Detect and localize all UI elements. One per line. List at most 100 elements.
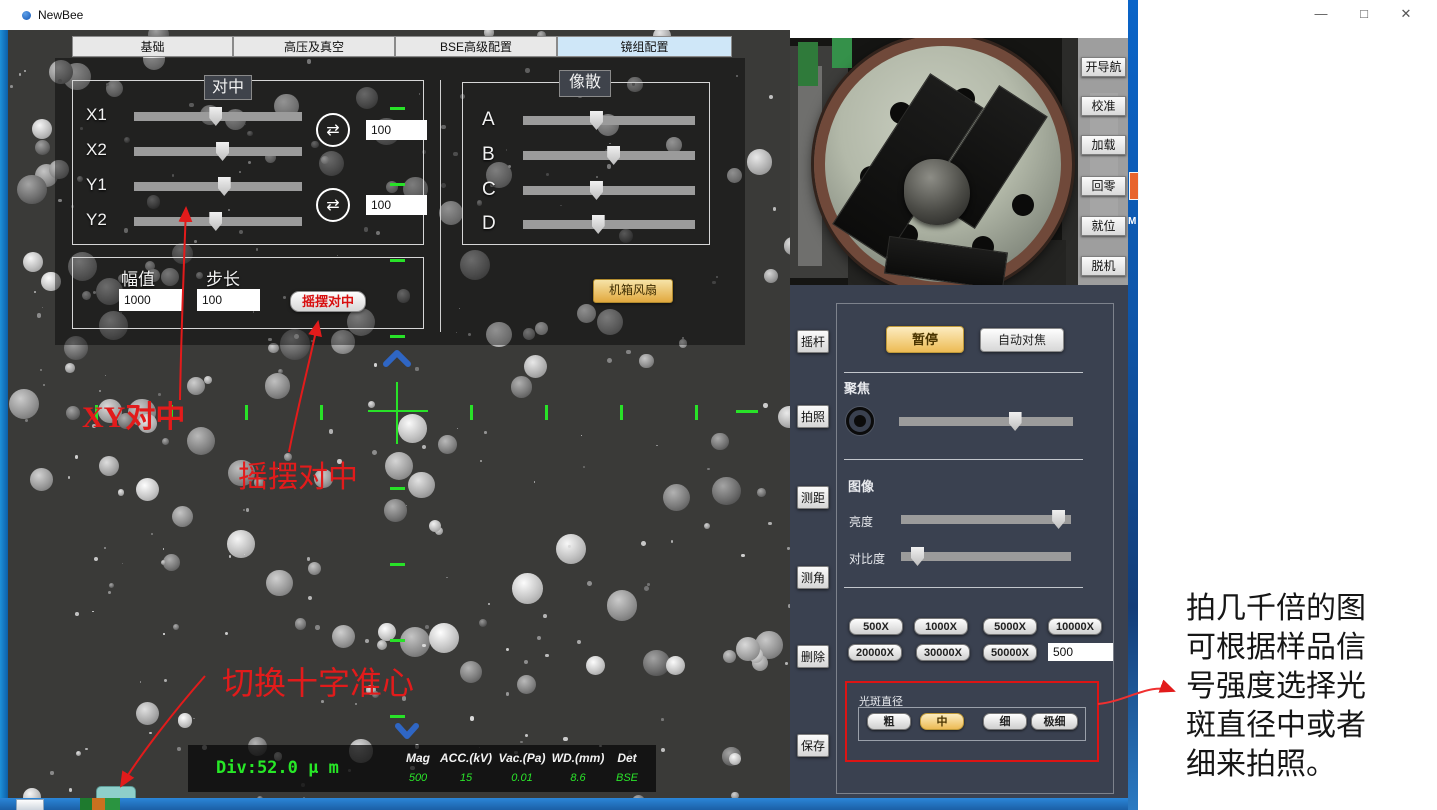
nav-offline-button[interactable]: 脱机 xyxy=(1081,256,1126,276)
slider-thumb[interactable] xyxy=(218,177,231,196)
tool-capture-button[interactable]: 拍照 xyxy=(797,405,829,428)
tab-basic[interactable]: 基础 xyxy=(72,36,233,57)
chevron-up-icon[interactable] xyxy=(383,349,411,368)
status-value-wd: 8.6 xyxy=(570,772,585,784)
autofocus-button[interactable]: 自动对焦 xyxy=(980,328,1064,352)
annotation-note-text: 拍几千倍的图 可根据样品信 号强度选择光 斑直径中或者 细来拍照。 xyxy=(1186,589,1366,784)
slider-label-a: A xyxy=(482,109,495,131)
step-input[interactable] xyxy=(197,289,260,311)
divider xyxy=(844,372,1083,373)
slider-track[interactable] xyxy=(899,417,1073,426)
slider-thumb[interactable] xyxy=(209,107,222,126)
centering-panel: 对中 X1 X2 Y1 Y2 ⇄ ⇄ xyxy=(72,80,424,245)
status-header-det: Det xyxy=(617,751,636,765)
maximize-button[interactable]: □ xyxy=(1353,6,1375,21)
tool-measure-distance-button[interactable]: 测距 xyxy=(797,486,829,509)
taskbar-file-icon[interactable] xyxy=(16,799,44,810)
stage-nav-strip: 开导航 校准 加载 回零 就位 脱机 xyxy=(1078,38,1128,285)
spot-fine-button[interactable]: 细 xyxy=(983,713,1027,730)
close-button[interactable]: ✕ xyxy=(1395,6,1417,22)
panel-divider xyxy=(440,80,441,332)
contrast-slider[interactable] xyxy=(901,552,1071,561)
mag-500x-button[interactable]: 500X xyxy=(849,618,903,635)
slider-label-x2: X2 xyxy=(86,140,107,160)
y-wobble-value-input[interactable] xyxy=(366,195,427,215)
slider-x1[interactable] xyxy=(134,112,302,121)
slider-b[interactable] xyxy=(523,151,695,160)
focus-slider[interactable] xyxy=(899,417,1073,426)
slider-track[interactable] xyxy=(523,116,695,125)
slider-thumb[interactable] xyxy=(590,181,603,200)
slider-d[interactable] xyxy=(523,220,695,229)
swing-centering-button[interactable]: 摇摆对中 xyxy=(290,291,366,312)
slider-thumb[interactable] xyxy=(216,142,229,161)
slider-x2[interactable] xyxy=(134,147,302,156)
chart-bar-green xyxy=(80,798,92,810)
mag-10000x-button[interactable]: 10000X xyxy=(1048,618,1102,635)
tab-hv-vacuum[interactable]: 高压及真空 xyxy=(233,36,395,57)
slider-thumb[interactable] xyxy=(209,212,222,231)
swap-arrows-icon: ⇄ xyxy=(326,122,339,139)
slider-a[interactable] xyxy=(523,116,695,125)
slider-track[interactable] xyxy=(901,552,1071,561)
status-bar: Div:52.0 μ m Mag ACC.(kV) Vac.(Pa) WD.(m… xyxy=(188,745,656,792)
chevron-down-icon[interactable] xyxy=(395,723,419,740)
slider-thumb[interactable] xyxy=(592,215,605,234)
nav-load-button[interactable]: 加载 xyxy=(1081,135,1126,155)
tool-measure-angle-button[interactable]: 测角 xyxy=(797,566,829,589)
taskbar-chart-icon[interactable] xyxy=(80,798,120,810)
annotation-xy-centering: XY对中 xyxy=(82,392,185,436)
focus-section-label: 聚焦 xyxy=(844,378,870,397)
slider-thumb[interactable] xyxy=(1009,412,1022,431)
y-wobble-icon[interactable]: ⇄ xyxy=(316,188,350,222)
brightness-slider[interactable] xyxy=(901,515,1071,524)
mag-30000x-button[interactable]: 30000X xyxy=(916,644,970,661)
slider-label-y2: Y2 xyxy=(86,210,107,230)
tool-delete-button[interactable]: 删除 xyxy=(797,645,829,668)
slider-thumb[interactable] xyxy=(911,547,924,566)
desktop-edge: M xyxy=(1128,0,1138,810)
slider-thumb[interactable] xyxy=(1052,510,1065,529)
spot-medium-button[interactable]: 中 xyxy=(920,713,964,730)
mag-20000x-button[interactable]: 20000X xyxy=(848,644,902,661)
amplitude-input[interactable] xyxy=(119,289,182,311)
camera-green-part xyxy=(798,42,818,86)
tool-joystick-button[interactable]: 摇杆 xyxy=(797,330,829,353)
slider-y1[interactable] xyxy=(134,182,302,191)
mag-value-input[interactable] xyxy=(1048,643,1113,661)
swing-centering-box: 幅值 步长 摇摆对中 xyxy=(72,257,424,329)
screen: NewBee — □ ✕ M 基础 高压及真空 BSE高级配置 xyxy=(0,0,1437,810)
slider-label-x1: X1 xyxy=(86,105,107,125)
spot-coarse-button[interactable]: 粗 xyxy=(867,713,911,730)
focus-target-icon[interactable] xyxy=(846,407,874,435)
nav-open-navigation-button[interactable]: 开导航 xyxy=(1081,57,1126,77)
desktop-icon[interactable] xyxy=(1129,172,1139,200)
slider-thumb[interactable] xyxy=(607,146,620,165)
window-left-edge xyxy=(0,30,8,810)
tab-bse-advanced[interactable]: BSE高级配置 xyxy=(395,36,557,57)
nav-zero-button[interactable]: 回零 xyxy=(1081,176,1126,196)
slider-track[interactable] xyxy=(901,515,1071,524)
slider-thumb[interactable] xyxy=(590,111,603,130)
spot-ultrafine-button[interactable]: 极细 xyxy=(1031,713,1078,730)
x-wobble-value-input[interactable] xyxy=(366,120,427,140)
chassis-fan-button[interactable]: 机箱风扇 xyxy=(593,279,673,303)
slider-c[interactable] xyxy=(523,186,695,195)
nav-in-position-button[interactable]: 就位 xyxy=(1081,216,1126,236)
slider-label-c: C xyxy=(482,179,496,201)
mag-1000x-button[interactable]: 1000X xyxy=(914,618,968,635)
tab-lens-config[interactable]: 镜组配置 xyxy=(557,36,732,57)
minimize-button[interactable]: — xyxy=(1310,6,1332,21)
pause-button[interactable]: 暂停 xyxy=(886,326,964,353)
nav-calibrate-button[interactable]: 校准 xyxy=(1081,96,1126,116)
mag-5000x-button[interactable]: 5000X xyxy=(983,618,1037,635)
slider-track[interactable] xyxy=(523,186,695,195)
status-header-vac: Vac.(Pa) xyxy=(499,751,546,765)
axis-tick xyxy=(320,405,323,420)
slider-y2[interactable] xyxy=(134,217,302,226)
mag-50000x-button[interactable]: 50000X xyxy=(983,644,1037,661)
desktop-icon-label: M xyxy=(1128,216,1138,227)
slider-track[interactable] xyxy=(523,220,695,229)
x-wobble-icon[interactable]: ⇄ xyxy=(316,113,350,147)
tool-save-button[interactable]: 保存 xyxy=(797,734,829,757)
